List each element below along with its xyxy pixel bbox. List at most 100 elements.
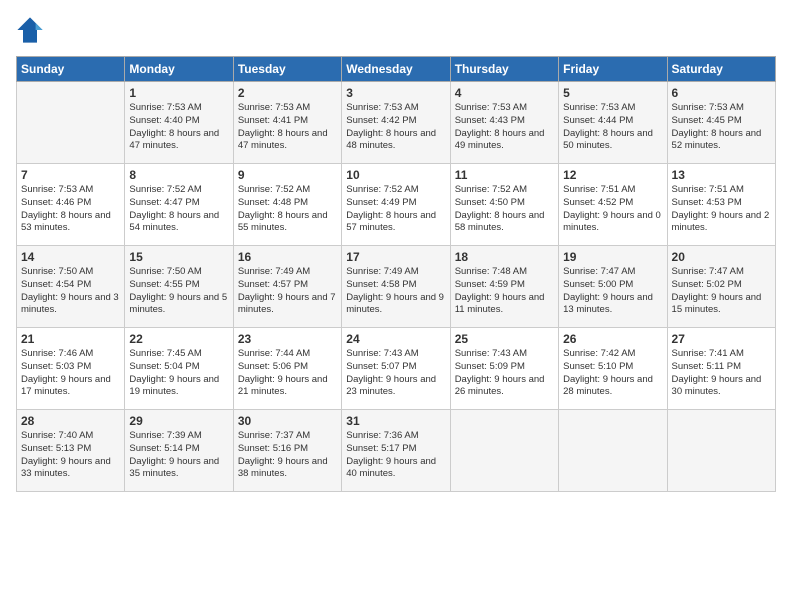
day-cell: 19 Sunrise: 7:47 AM Sunset: 5:00 PM Dayli… xyxy=(559,246,667,328)
day-cell: 11 Sunrise: 7:52 AM Sunset: 4:50 PM Dayli… xyxy=(450,164,558,246)
week-row-5: 28 Sunrise: 7:40 AM Sunset: 5:13 PM Dayli… xyxy=(17,410,776,492)
day-number: 30 xyxy=(238,414,337,428)
day-cell: 1Sunrise: 7:53 AM Sunset: 4:40 PM Daylig… xyxy=(125,82,233,164)
day-info: Sunrise: 7:50 AM Sunset: 4:54 PM Dayligh… xyxy=(21,266,120,317)
day-info: Sunrise: 7:46 AM Sunset: 5:03 PM Dayligh… xyxy=(21,348,120,399)
day-number: 15 xyxy=(129,250,228,264)
day-info: Sunrise: 7:43 AM Sunset: 5:07 PM Dayligh… xyxy=(346,348,445,399)
day-cell xyxy=(559,410,667,492)
header-row: SundayMondayTuesdayWednesdayThursdayFrid… xyxy=(17,57,776,82)
day-cell: 24 Sunrise: 7:43 AM Sunset: 5:07 PM Dayli… xyxy=(342,328,450,410)
day-info: Sunrise: 7:53 AM Sunset: 4:43 PM Dayligh… xyxy=(455,102,554,153)
logo-icon xyxy=(16,16,44,44)
day-number: 17 xyxy=(346,250,445,264)
week-row-3: 14Sunrise: 7:50 AM Sunset: 4:54 PM Dayli… xyxy=(17,246,776,328)
day-number: 6 xyxy=(672,86,771,100)
day-number: 5 xyxy=(563,86,662,100)
day-number: 13 xyxy=(672,168,771,182)
calendar-body: 1Sunrise: 7:53 AM Sunset: 4:40 PM Daylig… xyxy=(17,82,776,492)
day-cell: 6 Sunrise: 7:53 AM Sunset: 4:45 PM Daylig… xyxy=(667,82,775,164)
day-cell: 5 Sunrise: 7:53 AM Sunset: 4:44 PM Daylig… xyxy=(559,82,667,164)
day-cell: 18 Sunrise: 7:48 AM Sunset: 4:59 PM Dayli… xyxy=(450,246,558,328)
week-row-2: 7 Sunrise: 7:53 AM Sunset: 4:46 PM Daylig… xyxy=(17,164,776,246)
day-number: 31 xyxy=(346,414,445,428)
day-number: 10 xyxy=(346,168,445,182)
day-number: 29 xyxy=(129,414,228,428)
day-number: 18 xyxy=(455,250,554,264)
day-cell: 28 Sunrise: 7:40 AM Sunset: 5:13 PM Dayli… xyxy=(17,410,125,492)
day-cell: 25 Sunrise: 7:43 AM Sunset: 5:09 PM Dayli… xyxy=(450,328,558,410)
day-cell: 4 Sunrise: 7:53 AM Sunset: 4:43 PM Daylig… xyxy=(450,82,558,164)
day-number: 20 xyxy=(672,250,771,264)
day-cell xyxy=(667,410,775,492)
day-cell: 14Sunrise: 7:50 AM Sunset: 4:54 PM Dayli… xyxy=(17,246,125,328)
day-number: 26 xyxy=(563,332,662,346)
day-info: Sunrise: 7:36 AM Sunset: 5:17 PM Dayligh… xyxy=(346,430,445,481)
calendar-header: SundayMondayTuesdayWednesdayThursdayFrid… xyxy=(17,57,776,82)
day-number: 12 xyxy=(563,168,662,182)
day-info: Sunrise: 7:53 AM Sunset: 4:46 PM Dayligh… xyxy=(21,184,120,235)
logo xyxy=(16,16,48,44)
day-info: Sunrise: 7:52 AM Sunset: 4:49 PM Dayligh… xyxy=(346,184,445,235)
header-cell-friday: Friday xyxy=(559,57,667,82)
day-number: 25 xyxy=(455,332,554,346)
day-number: 23 xyxy=(238,332,337,346)
day-number: 27 xyxy=(672,332,771,346)
day-cell xyxy=(450,410,558,492)
header-cell-sunday: Sunday xyxy=(17,57,125,82)
day-info: Sunrise: 7:53 AM Sunset: 4:40 PM Dayligh… xyxy=(129,102,228,153)
day-cell: 3Sunrise: 7:53 AM Sunset: 4:42 PM Daylig… xyxy=(342,82,450,164)
header-cell-monday: Monday xyxy=(125,57,233,82)
day-info: Sunrise: 7:52 AM Sunset: 4:47 PM Dayligh… xyxy=(129,184,228,235)
day-cell: 15Sunrise: 7:50 AM Sunset: 4:55 PM Dayli… xyxy=(125,246,233,328)
day-cell: 27Sunrise: 7:41 AM Sunset: 5:11 PM Dayli… xyxy=(667,328,775,410)
week-row-1: 1Sunrise: 7:53 AM Sunset: 4:40 PM Daylig… xyxy=(17,82,776,164)
day-info: Sunrise: 7:47 AM Sunset: 5:00 PM Dayligh… xyxy=(563,266,662,317)
day-cell: 13 Sunrise: 7:51 AM Sunset: 4:53 PM Dayli… xyxy=(667,164,775,246)
day-info: Sunrise: 7:49 AM Sunset: 4:58 PM Dayligh… xyxy=(346,266,445,317)
day-number: 9 xyxy=(238,168,337,182)
day-cell: 10 Sunrise: 7:52 AM Sunset: 4:49 PM Dayli… xyxy=(342,164,450,246)
day-info: Sunrise: 7:52 AM Sunset: 4:50 PM Dayligh… xyxy=(455,184,554,235)
day-info: Sunrise: 7:45 AM Sunset: 5:04 PM Dayligh… xyxy=(129,348,228,399)
day-cell: 22 Sunrise: 7:45 AM Sunset: 5:04 PM Dayli… xyxy=(125,328,233,410)
day-number: 21 xyxy=(21,332,120,346)
header-cell-saturday: Saturday xyxy=(667,57,775,82)
header-cell-thursday: Thursday xyxy=(450,57,558,82)
day-cell: 9Sunrise: 7:52 AM Sunset: 4:48 PM Daylig… xyxy=(233,164,341,246)
day-info: Sunrise: 7:47 AM Sunset: 5:02 PM Dayligh… xyxy=(672,266,771,317)
day-info: Sunrise: 7:53 AM Sunset: 4:44 PM Dayligh… xyxy=(563,102,662,153)
day-info: Sunrise: 7:48 AM Sunset: 4:59 PM Dayligh… xyxy=(455,266,554,317)
day-info: Sunrise: 7:43 AM Sunset: 5:09 PM Dayligh… xyxy=(455,348,554,399)
week-row-4: 21 Sunrise: 7:46 AM Sunset: 5:03 PM Dayli… xyxy=(17,328,776,410)
header-cell-tuesday: Tuesday xyxy=(233,57,341,82)
header xyxy=(16,16,776,44)
day-info: Sunrise: 7:40 AM Sunset: 5:13 PM Dayligh… xyxy=(21,430,120,481)
main-container: SundayMondayTuesdayWednesdayThursdayFrid… xyxy=(0,0,792,500)
day-number: 19 xyxy=(563,250,662,264)
day-info: Sunrise: 7:51 AM Sunset: 4:53 PM Dayligh… xyxy=(672,184,771,235)
day-cell: 12 Sunrise: 7:51 AM Sunset: 4:52 PM Dayli… xyxy=(559,164,667,246)
day-number: 28 xyxy=(21,414,120,428)
day-info: Sunrise: 7:49 AM Sunset: 4:57 PM Dayligh… xyxy=(238,266,337,317)
day-cell: 31 Sunrise: 7:36 AM Sunset: 5:17 PM Dayli… xyxy=(342,410,450,492)
day-number: 2 xyxy=(238,86,337,100)
day-cell: 21 Sunrise: 7:46 AM Sunset: 5:03 PM Dayli… xyxy=(17,328,125,410)
day-number: 4 xyxy=(455,86,554,100)
day-number: 7 xyxy=(21,168,120,182)
day-number: 11 xyxy=(455,168,554,182)
calendar-table: SundayMondayTuesdayWednesdayThursdayFrid… xyxy=(16,56,776,492)
day-cell: 2 Sunrise: 7:53 AM Sunset: 4:41 PM Daylig… xyxy=(233,82,341,164)
day-number: 8 xyxy=(129,168,228,182)
day-cell: 20 Sunrise: 7:47 AM Sunset: 5:02 PM Dayli… xyxy=(667,246,775,328)
day-cell: 30Sunrise: 7:37 AM Sunset: 5:16 PM Dayli… xyxy=(233,410,341,492)
day-info: Sunrise: 7:39 AM Sunset: 5:14 PM Dayligh… xyxy=(129,430,228,481)
day-cell: 7 Sunrise: 7:53 AM Sunset: 4:46 PM Daylig… xyxy=(17,164,125,246)
day-info: Sunrise: 7:53 AM Sunset: 4:45 PM Dayligh… xyxy=(672,102,771,153)
day-info: Sunrise: 7:53 AM Sunset: 4:41 PM Dayligh… xyxy=(238,102,337,153)
day-number: 16 xyxy=(238,250,337,264)
day-number: 24 xyxy=(346,332,445,346)
day-number: 22 xyxy=(129,332,228,346)
day-cell: 8 Sunrise: 7:52 AM Sunset: 4:47 PM Daylig… xyxy=(125,164,233,246)
day-info: Sunrise: 7:51 AM Sunset: 4:52 PM Dayligh… xyxy=(563,184,662,235)
